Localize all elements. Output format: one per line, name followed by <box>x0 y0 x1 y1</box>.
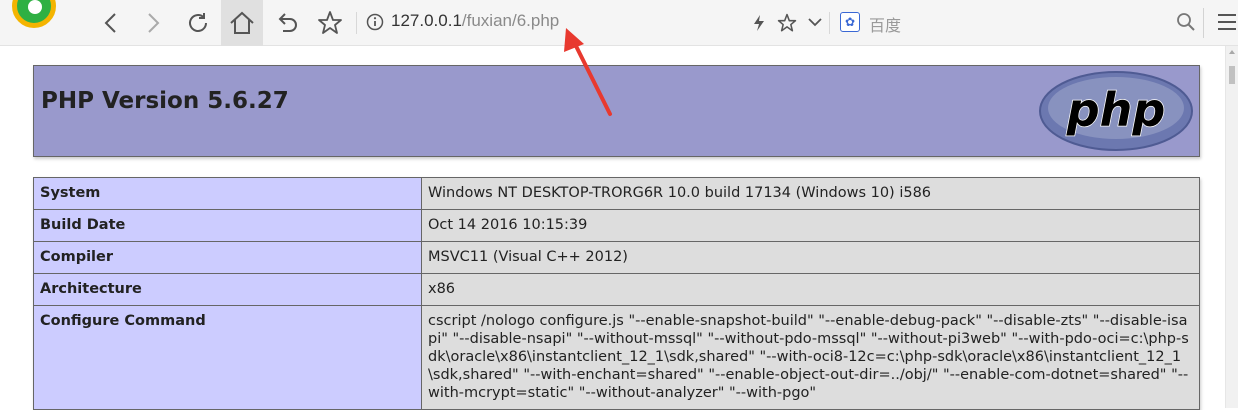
favorites-button[interactable] <box>309 0 351 46</box>
chevron-down-icon[interactable] <box>807 16 823 28</box>
search-icon[interactable] <box>1176 12 1196 32</box>
bookmark-star-icon[interactable] <box>777 13 797 33</box>
home-icon <box>230 11 254 34</box>
row-label-system: System <box>33 177 422 210</box>
row-label-architecture: Architecture <box>33 273 422 306</box>
paw-icon[interactable]: ✿ <box>840 12 860 32</box>
search-input[interactable]: 百度 <box>869 12 901 36</box>
browser-toolbar: 127.0.0.1/fuxian/6.php ✿ 百度 <box>0 0 1238 46</box>
php-logo[interactable]: php <box>1038 70 1194 152</box>
info-icon[interactable] <box>366 13 384 31</box>
table-row: Compiler MSVC11 (Visual C++ 2012) <box>33 241 1200 274</box>
scroll-thumb[interactable] <box>1229 66 1235 84</box>
undo-close-tab-button[interactable] <box>266 0 308 46</box>
scroll-up-arrow-icon[interactable] <box>1229 50 1235 54</box>
row-value-architecture: x86 <box>421 273 1200 306</box>
url-host: 127.0.0.1 <box>391 11 462 30</box>
menu-icon[interactable] <box>1217 13 1237 31</box>
reload-icon <box>189 13 207 32</box>
home-button[interactable] <box>221 0 263 46</box>
browser-logo-icon[interactable] <box>12 0 56 28</box>
back-button[interactable] <box>90 0 132 46</box>
page-scrollbar[interactable] <box>1225 46 1238 408</box>
php-info-table: System Windows NT DESKTOP-TRORG6R 10.0 b… <box>33 177 1200 410</box>
url-path: /fuxian/6.php <box>461 11 560 30</box>
forward-arrow-icon <box>148 13 160 33</box>
forward-button[interactable] <box>132 0 174 46</box>
row-value-system: Windows NT DESKTOP-TRORG6R 10.0 build 17… <box>421 177 1200 210</box>
row-label-compiler: Compiler <box>33 241 422 274</box>
row-value-compiler: MSVC11 (Visual C++ 2012) <box>421 241 1200 274</box>
table-row: System Windows NT DESKTOP-TRORG6R 10.0 b… <box>33 177 1200 210</box>
table-row: Build Date Oct 14 2016 10:15:39 <box>33 209 1200 242</box>
php-logo-text: php <box>1066 83 1166 137</box>
page-title: PHP Version 5.6.27 <box>41 88 289 114</box>
star-icon <box>318 11 342 34</box>
row-value-configure-command: cscript /nologo configure.js "--enable-s… <box>421 305 1200 410</box>
row-value-build-date: Oct 14 2016 10:15:39 <box>421 209 1200 242</box>
toolbar-divider <box>1203 8 1204 38</box>
table-row: Configure Command cscript /nologo config… <box>33 305 1200 410</box>
lightning-icon[interactable] <box>752 14 766 32</box>
address-bar[interactable]: 127.0.0.1/fuxian/6.php <box>391 11 559 31</box>
row-label-build-date: Build Date <box>33 209 422 242</box>
undo-icon <box>278 13 297 32</box>
row-label-configure-command: Configure Command <box>33 305 422 410</box>
table-row: Architecture x86 <box>33 273 1200 306</box>
reload-button[interactable] <box>177 0 219 46</box>
search-divider <box>829 12 830 34</box>
address-divider <box>356 12 357 34</box>
back-arrow-icon <box>104 13 116 33</box>
php-info-header: PHP Version 5.6.27 php <box>33 65 1200 157</box>
